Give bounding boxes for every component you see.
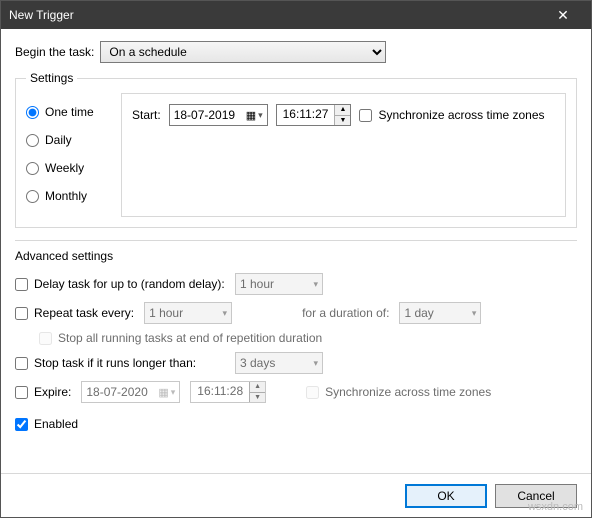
expire-sync-checkbox: Synchronize across time zones: [306, 385, 491, 399]
radio-monthly[interactable]: Monthly: [26, 189, 121, 203]
repeat-duration-combo: 1 day▾: [399, 302, 481, 324]
delay-checkbox[interactable]: Delay task for up to (random delay):: [15, 277, 225, 291]
begin-task-combo[interactable]: On a schedule: [100, 41, 386, 63]
chevron-down-icon[interactable]: ▾: [258, 110, 263, 121]
stop-if-longer-checkbox[interactable]: Stop task if it runs longer than:: [15, 356, 196, 370]
settings-legend: Settings: [26, 71, 77, 85]
radio-weekly-input[interactable]: [26, 162, 39, 175]
advanced-legend: Advanced settings: [15, 249, 577, 263]
sync-timezones-checkbox[interactable]: Synchronize across time zones: [359, 108, 544, 122]
start-panel: Start: 18-07-2019 ▦ ▾ 16:11:27 ▲▼ Sy: [121, 93, 566, 217]
radio-monthly-input[interactable]: [26, 190, 39, 203]
duration-label: for a duration of:: [302, 306, 389, 320]
expire-checkbox[interactable]: Expire:: [15, 385, 71, 399]
delay-combo: 1 hour▾: [235, 273, 323, 295]
repeat-checkbox[interactable]: Repeat task every:: [15, 306, 134, 320]
begin-task-label: Begin the task:: [15, 45, 94, 59]
chevron-down-icon: ▾: [171, 387, 176, 398]
ok-button[interactable]: OK: [405, 484, 487, 508]
calendar-icon[interactable]: ▦: [246, 109, 256, 122]
new-trigger-dialog: New Trigger ✕ Begin the task: On a sched…: [0, 0, 592, 518]
close-icon[interactable]: ✕: [543, 7, 583, 24]
time-spinner[interactable]: ▲▼: [334, 105, 350, 125]
titlebar: New Trigger ✕: [1, 1, 591, 29]
window-title: New Trigger: [9, 8, 543, 22]
stop-end-repeat-checkbox: Stop all running tasks at end of repetit…: [39, 331, 322, 345]
radio-one-time[interactable]: One time: [26, 105, 121, 119]
calendar-icon: ▦: [158, 386, 168, 399]
enabled-checkbox[interactable]: Enabled: [15, 417, 78, 431]
start-time-picker[interactable]: 16:11:27 ▲▼: [276, 104, 352, 126]
stop-if-longer-combo: 3 days▾: [235, 352, 323, 374]
radio-daily[interactable]: Daily: [26, 133, 121, 147]
radio-weekly[interactable]: Weekly: [26, 161, 121, 175]
dialog-footer: OK Cancel: [1, 473, 591, 517]
radio-one-time-input[interactable]: [26, 106, 39, 119]
settings-group: Settings One time Daily Weekly: [15, 71, 577, 228]
schedule-radios: One time Daily Weekly Monthly: [26, 93, 121, 217]
expire-time-picker: 16:11:28 ▲▼: [190, 381, 266, 403]
start-date-picker[interactable]: 18-07-2019 ▦ ▾: [169, 104, 268, 126]
start-label: Start:: [132, 108, 161, 122]
radio-daily-input[interactable]: [26, 134, 39, 147]
cancel-button[interactable]: Cancel: [495, 484, 577, 508]
expire-date-picker: 18-07-2020 ▦ ▾: [81, 381, 180, 403]
repeat-interval-combo: 1 hour▾: [144, 302, 232, 324]
